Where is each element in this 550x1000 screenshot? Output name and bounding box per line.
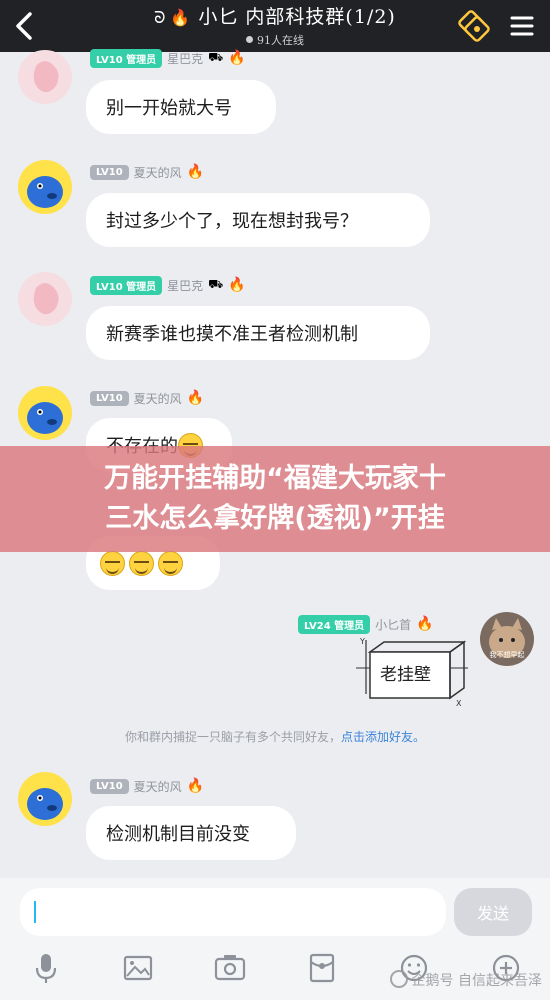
smirk-emoji — [158, 550, 183, 576]
blue-dog-avatar[interactable] — [18, 386, 72, 440]
message-bubble[interactable]: 新赛季谁也摸不准王者检测机制 — [86, 306, 430, 360]
group-games-icon[interactable] — [456, 8, 492, 44]
tank-icon: ⛟ — [208, 277, 224, 291]
message-bubble[interactable]: 封过多少个了，现在想封我号？ — [86, 193, 430, 247]
flame-icon: 🔥 — [186, 390, 205, 406]
message-meta: LV10 管理员 星巴克 ⛟ 🔥 — [90, 275, 246, 295]
sticker-text: 老挂壁 — [380, 665, 431, 685]
message-meta: LV10 夏天的风 🔥 — [90, 162, 204, 182]
level-badge: LV24 管理员 — [298, 614, 371, 634]
flame-icon: 🔥 — [186, 778, 205, 794]
sender-name: 小匕首 — [375, 617, 412, 632]
red-packet-icon[interactable] — [302, 948, 342, 988]
message-meta: LV10 夏天的风 🔥 — [90, 388, 204, 408]
cat-avatar[interactable]: 我不想早起 — [480, 612, 534, 666]
pink-avatar[interactable] — [18, 272, 72, 326]
sender-name: 夏天的风 — [133, 779, 182, 794]
composer: 发送 企鹅号 自信起来吾泽 — [0, 878, 550, 1000]
mode-icon: ᘐ — [154, 8, 167, 27]
system-notice: 你和群内捕捉一只脑子有多个共同好友，点击添加好友。 — [124, 730, 426, 744]
banner-line-1: 万能开挂辅助“福建大玩家十 — [104, 463, 446, 494]
banner-line-2: 三水怎么拿好牌(透视)”开挂 — [105, 503, 445, 534]
flame-icon: 🔥 — [416, 616, 434, 632]
svg-text:Y: Y — [359, 637, 365, 646]
flame-icon: 🔥 — [170, 8, 192, 27]
add-friend-link[interactable]: 点击添加好友。 — [341, 730, 425, 744]
message-input[interactable] — [20, 888, 446, 936]
image-icon[interactable] — [118, 948, 158, 988]
laoguabi-sticker[interactable]: Y 老挂壁 X — [356, 634, 470, 710]
camera-icon[interactable] — [210, 948, 250, 988]
message-meta: LV24 管理员 小匕首 🔥 — [298, 614, 434, 634]
sender-name: 夏天的风 — [133, 391, 182, 406]
svg-text:X: X — [456, 699, 462, 708]
message-bubble[interactable]: 检测机制目前没变 — [86, 806, 296, 860]
message-bubble[interactable]: 别一开始就大号 — [86, 80, 276, 134]
level-badge: LV10 — [90, 164, 129, 180]
flame-icon: 🔥 — [228, 50, 246, 66]
menu-icon[interactable] — [506, 10, 538, 42]
flame-icon: 🔥 — [186, 164, 205, 180]
pink-avatar[interactable] — [18, 50, 72, 104]
sender-name: 星巴克 — [167, 278, 204, 293]
message-meta: LV10 管理员 星巴克 ⛟ 🔥 — [90, 48, 246, 68]
smirk-emoji — [129, 550, 154, 576]
back-arrow-icon[interactable] — [4, 6, 44, 46]
flame-icon: 🔥 — [228, 277, 246, 293]
tank-icon: ⛟ — [208, 50, 224, 64]
send-button[interactable]: 发送 — [454, 888, 532, 936]
sender-name: 夏天的风 — [133, 165, 182, 180]
blue-dog-avatar[interactable] — [18, 160, 72, 214]
chat-title-area[interactable]: ᘐ 🔥 小匕 内部科技群(1/2) 91人在线 — [110, 2, 440, 48]
level-badge: LV10 管理员 — [90, 48, 163, 68]
sender-name: 星巴克 — [167, 51, 204, 66]
level-badge: LV10 — [90, 390, 129, 406]
online-count: 91人在线 — [110, 32, 440, 48]
avatar-caption: 我不想早起 — [489, 651, 525, 659]
microphone-icon[interactable] — [26, 948, 66, 988]
online-dot-icon — [246, 36, 253, 43]
promo-banner: 万能开挂辅助“福建大玩家十 三水怎么拿好牌(透视)”开挂 — [0, 446, 550, 552]
blue-dog-avatar[interactable] — [18, 772, 72, 826]
penguin-logo-icon — [389, 970, 408, 988]
smirk-emoji — [100, 550, 125, 576]
level-badge: LV10 — [90, 778, 129, 794]
chat-header: ᘐ 🔥 小匕 内部科技群(1/2) 91人在线 — [0, 0, 550, 52]
message-meta: LV10 夏天的风 🔥 — [90, 776, 204, 796]
level-badge: LV10 管理员 — [90, 275, 163, 295]
watermark: 企鹅号 自信起来吾泽 — [389, 970, 542, 990]
group-title: ᘐ 🔥 小匕 内部科技群(1/2) — [154, 6, 396, 28]
text-caret — [34, 901, 36, 923]
